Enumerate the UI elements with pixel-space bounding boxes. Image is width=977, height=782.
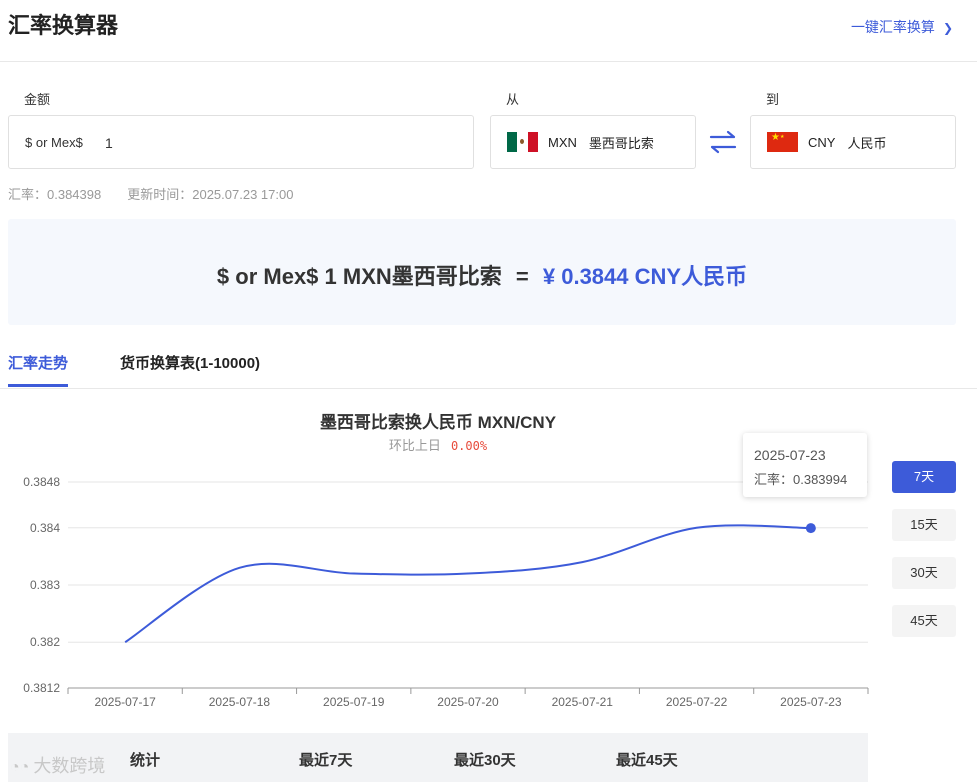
x-tick-label: 2025-07-23 bbox=[780, 695, 842, 709]
chart-title: 墨西哥比索换人民币 MXN/CNY bbox=[319, 413, 557, 432]
amount-input[interactable] bbox=[105, 130, 445, 156]
chevron-right-icon: ❯ bbox=[942, 21, 953, 35]
range-15d-button[interactable]: 15天 bbox=[892, 509, 956, 541]
y-tick-label: 0.3848 bbox=[23, 475, 60, 489]
result-target: ¥ 0.3844 CNY人民币 bbox=[542, 264, 748, 289]
to-currency-name: 人民币 bbox=[847, 135, 887, 151]
series-line bbox=[124, 524, 811, 644]
header-divider bbox=[0, 61, 977, 62]
to-label: 到 bbox=[766, 92, 780, 107]
data-point-highlight bbox=[805, 523, 816, 534]
active-tab-indicator bbox=[8, 384, 68, 387]
result-equals: = bbox=[515, 264, 529, 289]
amount-label: 金额 bbox=[24, 92, 51, 107]
swap-arrows-icon bbox=[709, 130, 737, 154]
chart-tooltip: 2025-07-23 汇率：0.383994 bbox=[743, 433, 867, 497]
stats-header: 统计 最近7天 最近30天 最近45天 bbox=[8, 733, 868, 782]
y-tick-label: 0.383 bbox=[30, 578, 60, 592]
x-tick-label: 2025-07-20 bbox=[437, 695, 499, 709]
watermark-text: 大数跨境 bbox=[33, 756, 106, 776]
y-tick-label: 0.3812 bbox=[23, 681, 60, 695]
rate-meta: 汇率：0.384398 更新时间：2025.07.23 17:00 bbox=[8, 184, 319, 203]
from-currency-select[interactable]: MXN 墨西哥比索 bbox=[490, 115, 696, 169]
quick-convert-link[interactable]: 一键汇率换算 ❯ bbox=[851, 17, 953, 37]
to-currency-select[interactable]: ★ ★ CNY 人民币 bbox=[750, 115, 956, 169]
x-tick-label: 2025-07-22 bbox=[666, 695, 728, 709]
x-tick-label: 2025-07-17 bbox=[94, 695, 156, 709]
tab-conversion-table[interactable]: 货币换算表(1-10000) bbox=[120, 352, 260, 373]
tooltip-date: 2025-07-23 bbox=[754, 447, 826, 463]
quick-convert-label: 一键汇率换算 bbox=[850, 19, 935, 35]
china-flag-icon: ★ ★ bbox=[767, 132, 798, 152]
conversion-result: $ or Mex$ 1 MXN墨西哥比索 = ¥ 0.3844 CNY人民币 bbox=[8, 259, 956, 291]
result-source: $ or Mex$ 1 MXN墨西哥比索 bbox=[216, 264, 502, 289]
stats-col-45d: 最近45天 bbox=[616, 752, 678, 769]
watermark-logo: ◔◔ 大数跨境 bbox=[10, 752, 105, 778]
range-7d-button[interactable]: 7天 bbox=[892, 461, 956, 493]
tabs-divider bbox=[0, 388, 977, 389]
result-panel: $ or Mex$ 1 MXN墨西哥比索 = ¥ 0.3844 CNY人民币 bbox=[8, 219, 956, 325]
rate-text: 汇率：0.384398 bbox=[8, 187, 102, 202]
to-currency-code: CNY bbox=[808, 134, 836, 150]
x-tick-label: 2025-07-19 bbox=[323, 695, 385, 709]
amount-prefix: $ or Mex$ bbox=[25, 135, 83, 150]
watermark-icon: ◔◔ bbox=[10, 759, 30, 776]
amount-field[interactable]: $ or Mex$ bbox=[8, 115, 474, 169]
from-currency-code: MXN bbox=[548, 134, 577, 150]
from-currency-name: 墨西哥比索 bbox=[588, 135, 654, 151]
range-30d-button[interactable]: 30天 bbox=[892, 557, 956, 589]
x-tick-label: 2025-07-21 bbox=[552, 695, 614, 709]
y-tick-label: 0.382 bbox=[30, 635, 60, 649]
x-tick-label: 2025-07-18 bbox=[209, 695, 271, 709]
mexico-flag-icon bbox=[507, 132, 538, 152]
range-45d-button[interactable]: 45天 bbox=[892, 605, 956, 637]
swap-currencies-button[interactable] bbox=[706, 128, 740, 156]
page-title: 汇率换算器 bbox=[8, 13, 119, 38]
y-tick-label: 0.384 bbox=[30, 521, 60, 535]
stats-col-label: 统计 bbox=[130, 752, 161, 769]
stats-col-7d: 最近7天 bbox=[299, 752, 353, 769]
updated-time: 更新时间：2025.07.23 17:00 bbox=[127, 187, 294, 202]
tooltip-rate: 汇率：0.383994 bbox=[754, 472, 848, 487]
from-label: 从 bbox=[506, 92, 520, 107]
stats-col-30d: 最近30天 bbox=[454, 752, 516, 769]
tab-rate-trend[interactable]: 汇率走势 bbox=[8, 352, 68, 373]
